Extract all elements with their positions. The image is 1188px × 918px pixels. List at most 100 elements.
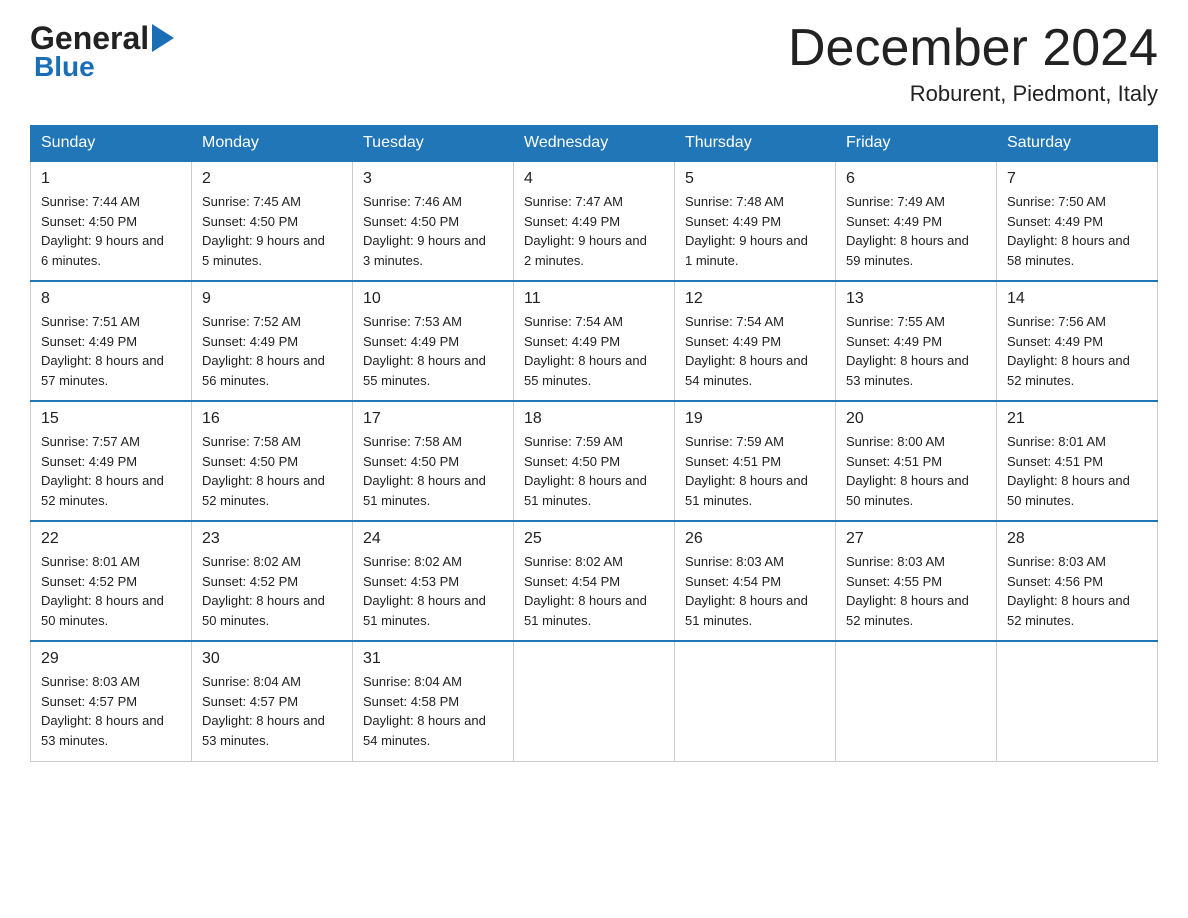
day-info: Sunrise: 7:45 AM Sunset: 4:50 PM Dayligh…	[202, 192, 342, 270]
day-number: 2	[202, 170, 342, 188]
calendar-cell: 27 Sunrise: 8:03 AM Sunset: 4:55 PM Dayl…	[836, 521, 997, 641]
calendar-cell	[836, 641, 997, 761]
col-monday: Monday	[192, 126, 353, 162]
day-info: Sunrise: 8:04 AM Sunset: 4:57 PM Dayligh…	[202, 672, 342, 750]
day-info: Sunrise: 7:48 AM Sunset: 4:49 PM Dayligh…	[685, 192, 825, 270]
col-thursday: Thursday	[675, 126, 836, 162]
day-number: 21	[1007, 410, 1147, 428]
day-info: Sunrise: 7:53 AM Sunset: 4:49 PM Dayligh…	[363, 312, 503, 390]
calendar-week-1: 1 Sunrise: 7:44 AM Sunset: 4:50 PM Dayli…	[31, 161, 1158, 281]
day-number: 9	[202, 290, 342, 308]
calendar-cell: 13 Sunrise: 7:55 AM Sunset: 4:49 PM Dayl…	[836, 281, 997, 401]
day-info: Sunrise: 8:02 AM Sunset: 4:52 PM Dayligh…	[202, 552, 342, 630]
day-number: 30	[202, 650, 342, 668]
calendar-cell: 9 Sunrise: 7:52 AM Sunset: 4:49 PM Dayli…	[192, 281, 353, 401]
day-info: Sunrise: 7:51 AM Sunset: 4:49 PM Dayligh…	[41, 312, 181, 390]
calendar-cell: 11 Sunrise: 7:54 AM Sunset: 4:49 PM Dayl…	[514, 281, 675, 401]
day-info: Sunrise: 8:02 AM Sunset: 4:53 PM Dayligh…	[363, 552, 503, 630]
day-info: Sunrise: 7:47 AM Sunset: 4:49 PM Dayligh…	[524, 192, 664, 270]
day-info: Sunrise: 8:03 AM Sunset: 4:57 PM Dayligh…	[41, 672, 181, 750]
day-number: 14	[1007, 290, 1147, 308]
calendar-cell: 23 Sunrise: 8:02 AM Sunset: 4:52 PM Dayl…	[192, 521, 353, 641]
day-number: 11	[524, 290, 664, 308]
calendar-cell: 10 Sunrise: 7:53 AM Sunset: 4:49 PM Dayl…	[353, 281, 514, 401]
day-info: Sunrise: 7:54 AM Sunset: 4:49 PM Dayligh…	[685, 312, 825, 390]
calendar-cell: 7 Sunrise: 7:50 AM Sunset: 4:49 PM Dayli…	[997, 161, 1158, 281]
calendar-cell: 15 Sunrise: 7:57 AM Sunset: 4:49 PM Dayl…	[31, 401, 192, 521]
day-info: Sunrise: 7:52 AM Sunset: 4:49 PM Dayligh…	[202, 312, 342, 390]
calendar-cell: 24 Sunrise: 8:02 AM Sunset: 4:53 PM Dayl…	[353, 521, 514, 641]
day-number: 1	[41, 170, 181, 188]
day-info: Sunrise: 8:01 AM Sunset: 4:51 PM Dayligh…	[1007, 432, 1147, 510]
day-info: Sunrise: 8:03 AM Sunset: 4:55 PM Dayligh…	[846, 552, 986, 630]
header-row: Sunday Monday Tuesday Wednesday Thursday…	[31, 126, 1158, 162]
day-number: 26	[685, 530, 825, 548]
calendar-cell: 16 Sunrise: 7:58 AM Sunset: 4:50 PM Dayl…	[192, 401, 353, 521]
col-saturday: Saturday	[997, 126, 1158, 162]
calendar-cell: 21 Sunrise: 8:01 AM Sunset: 4:51 PM Dayl…	[997, 401, 1158, 521]
day-number: 17	[363, 410, 503, 428]
day-number: 6	[846, 170, 986, 188]
col-tuesday: Tuesday	[353, 126, 514, 162]
day-number: 24	[363, 530, 503, 548]
calendar-cell: 31 Sunrise: 8:04 AM Sunset: 4:58 PM Dayl…	[353, 641, 514, 761]
logo: G eneral Blue	[30, 20, 174, 83]
day-number: 12	[685, 290, 825, 308]
logo-arrow-icon	[152, 24, 174, 52]
day-number: 15	[41, 410, 181, 428]
day-info: Sunrise: 7:54 AM Sunset: 4:49 PM Dayligh…	[524, 312, 664, 390]
day-number: 31	[363, 650, 503, 668]
header: G eneral Blue December 2024 Roburent, Pi…	[30, 20, 1158, 107]
day-number: 8	[41, 290, 181, 308]
page: G eneral Blue December 2024 Roburent, Pi…	[0, 0, 1188, 918]
calendar-cell	[514, 641, 675, 761]
day-number: 22	[41, 530, 181, 548]
calendar-cell: 17 Sunrise: 7:58 AM Sunset: 4:50 PM Dayl…	[353, 401, 514, 521]
location-title: Roburent, Piedmont, Italy	[788, 81, 1158, 107]
calendar-cell: 19 Sunrise: 7:59 AM Sunset: 4:51 PM Dayl…	[675, 401, 836, 521]
day-info: Sunrise: 8:03 AM Sunset: 4:56 PM Dayligh…	[1007, 552, 1147, 630]
day-info: Sunrise: 8:00 AM Sunset: 4:51 PM Dayligh…	[846, 432, 986, 510]
col-sunday: Sunday	[31, 126, 192, 162]
calendar-cell: 1 Sunrise: 7:44 AM Sunset: 4:50 PM Dayli…	[31, 161, 192, 281]
calendar-cell: 8 Sunrise: 7:51 AM Sunset: 4:49 PM Dayli…	[31, 281, 192, 401]
calendar-cell: 26 Sunrise: 8:03 AM Sunset: 4:54 PM Dayl…	[675, 521, 836, 641]
calendar-cell	[997, 641, 1158, 761]
day-number: 13	[846, 290, 986, 308]
day-number: 25	[524, 530, 664, 548]
day-number: 4	[524, 170, 664, 188]
day-info: Sunrise: 7:59 AM Sunset: 4:50 PM Dayligh…	[524, 432, 664, 510]
month-title: December 2024	[788, 20, 1158, 77]
day-info: Sunrise: 8:01 AM Sunset: 4:52 PM Dayligh…	[41, 552, 181, 630]
day-info: Sunrise: 7:46 AM Sunset: 4:50 PM Dayligh…	[363, 192, 503, 270]
calendar-cell: 2 Sunrise: 7:45 AM Sunset: 4:50 PM Dayli…	[192, 161, 353, 281]
day-info: Sunrise: 8:03 AM Sunset: 4:54 PM Dayligh…	[685, 552, 825, 630]
calendar-header: Sunday Monday Tuesday Wednesday Thursday…	[31, 126, 1158, 162]
calendar-cell: 12 Sunrise: 7:54 AM Sunset: 4:49 PM Dayl…	[675, 281, 836, 401]
calendar-cell: 3 Sunrise: 7:46 AM Sunset: 4:50 PM Dayli…	[353, 161, 514, 281]
day-info: Sunrise: 8:04 AM Sunset: 4:58 PM Dayligh…	[363, 672, 503, 750]
calendar-cell: 4 Sunrise: 7:47 AM Sunset: 4:49 PM Dayli…	[514, 161, 675, 281]
day-info: Sunrise: 7:56 AM Sunset: 4:49 PM Dayligh…	[1007, 312, 1147, 390]
calendar-cell: 28 Sunrise: 8:03 AM Sunset: 4:56 PM Dayl…	[997, 521, 1158, 641]
day-info: Sunrise: 7:57 AM Sunset: 4:49 PM Dayligh…	[41, 432, 181, 510]
col-friday: Friday	[836, 126, 997, 162]
day-number: 18	[524, 410, 664, 428]
day-number: 3	[363, 170, 503, 188]
calendar-week-3: 15 Sunrise: 7:57 AM Sunset: 4:49 PM Dayl…	[31, 401, 1158, 521]
calendar-cell: 29 Sunrise: 8:03 AM Sunset: 4:57 PM Dayl…	[31, 641, 192, 761]
calendar-body: 1 Sunrise: 7:44 AM Sunset: 4:50 PM Dayli…	[31, 161, 1158, 761]
calendar-cell: 30 Sunrise: 8:04 AM Sunset: 4:57 PM Dayl…	[192, 641, 353, 761]
calendar-week-4: 22 Sunrise: 8:01 AM Sunset: 4:52 PM Dayl…	[31, 521, 1158, 641]
calendar-cell: 20 Sunrise: 8:00 AM Sunset: 4:51 PM Dayl…	[836, 401, 997, 521]
day-number: 23	[202, 530, 342, 548]
title-block: December 2024 Roburent, Piedmont, Italy	[788, 20, 1158, 107]
day-number: 28	[1007, 530, 1147, 548]
day-info: Sunrise: 8:02 AM Sunset: 4:54 PM Dayligh…	[524, 552, 664, 630]
day-info: Sunrise: 7:50 AM Sunset: 4:49 PM Dayligh…	[1007, 192, 1147, 270]
day-number: 5	[685, 170, 825, 188]
day-info: Sunrise: 7:59 AM Sunset: 4:51 PM Dayligh…	[685, 432, 825, 510]
day-number: 7	[1007, 170, 1147, 188]
day-number: 29	[41, 650, 181, 668]
day-info: Sunrise: 7:58 AM Sunset: 4:50 PM Dayligh…	[363, 432, 503, 510]
